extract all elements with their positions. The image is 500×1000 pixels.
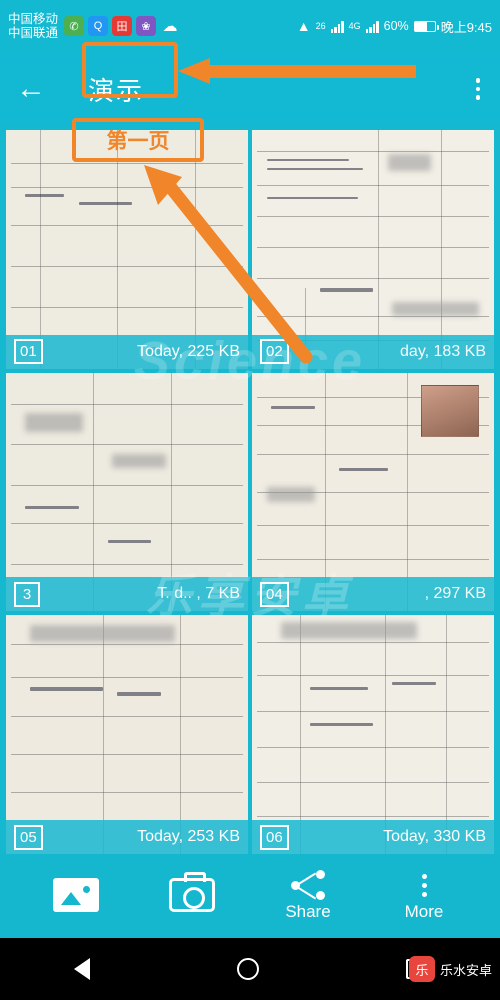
camera-button[interactable] [146, 872, 238, 914]
carrier-line-1: 中国移动 [8, 11, 59, 26]
item-number: 01 [14, 339, 43, 365]
item-number: 06 [260, 824, 289, 850]
phone-screen: 中国移动 中国联通 ✆ Q 田 ❀ ☁ ▲ 26 4G 60% 晚上9:45 ←… [0, 0, 500, 1000]
list-item[interactable]: 04 , 297 KB [252, 372, 494, 612]
list-item[interactable]: 02 day, 183 KB [252, 130, 494, 369]
scan-thumbnail-6 [252, 615, 494, 854]
item-meta: day, 183 KB [400, 342, 486, 360]
qq-icon: Q [88, 16, 109, 36]
status-bar: 中国移动 中国联通 ✆ Q 田 ❀ ☁ ▲ 26 4G 60% 晚上9:45 [0, 0, 500, 52]
item-footer: 3 T. d.. , 7 KB [6, 577, 248, 612]
status-clock: 晚上9:45 [440, 19, 492, 35]
camera-icon [169, 872, 215, 912]
annotation-page-label: 第一页 [106, 130, 170, 153]
document-grid: 01 Today, 225 KB 02 day, 183 KB 3 T. d..… [0, 126, 500, 854]
scan-thumbnail-3 [6, 372, 248, 612]
status-right-cluster: ▲ 26 4G 60% 晚上9:45 [297, 17, 492, 36]
item-meta: Today, 330 KB [383, 828, 486, 845]
item-footer: 01 Today, 225 KB [6, 334, 248, 369]
overflow-menu-icon[interactable] [472, 74, 485, 104]
item-footer: 05 Today, 253 KB [6, 820, 248, 854]
scan-thumbnail-4 [252, 372, 494, 612]
brand-logo: 乐 [408, 956, 435, 982]
scan-thumbnail-5 [6, 615, 248, 854]
battery-icon [413, 20, 439, 32]
item-meta: , 297 KB [424, 585, 486, 603]
item-number: 3 [14, 581, 40, 607]
signal-bars-2-icon [365, 20, 379, 33]
item-meta: T. d.. , 7 KB [157, 585, 240, 603]
item-number: 04 [260, 581, 289, 607]
item-number: 02 [260, 339, 289, 365]
item-number: 05 [14, 824, 43, 850]
item-footer: 02 day, 183 KB [252, 334, 494, 369]
more-icon [421, 870, 427, 900]
scan-thumbnail-1 [6, 130, 248, 369]
battery-percent: 60% [383, 19, 409, 33]
item-meta: Today, 225 KB [137, 342, 240, 360]
back-arrow-icon[interactable]: ← [16, 74, 52, 104]
item-footer: 04 , 297 KB [252, 577, 494, 612]
brand-text: 乐水安卓 [439, 962, 492, 978]
share-button[interactable]: Share [262, 870, 354, 922]
app-bar: ← 演示 [0, 52, 500, 126]
id-photo [421, 384, 480, 438]
more-label: More [404, 902, 444, 921]
status-notification-icons: ✆ Q 田 ❀ ☁ [64, 16, 180, 36]
item-footer: 06 Today, 330 KB [252, 820, 494, 854]
list-item[interactable]: 01 Today, 225 KB [6, 130, 248, 369]
ruled-lines [252, 615, 494, 854]
more-button[interactable]: More [378, 870, 470, 922]
list-item[interactable]: 06 Today, 330 KB [252, 615, 494, 854]
scan-thumbnail-2 [252, 130, 494, 369]
brand-badge: 乐 乐水安卓 [408, 956, 492, 982]
gallery-icon [53, 878, 99, 912]
carrier-labels: 中国移动 中国联通 [8, 12, 58, 41]
wifi-icon: ▲ [296, 18, 311, 34]
ruled-lines [6, 372, 248, 612]
carrier-line-2: 中国联通 [8, 26, 59, 40]
share-label: Share [285, 902, 331, 921]
ruled-lines [6, 130, 248, 369]
page-title: 演示 [88, 75, 145, 106]
item-meta: Today, 253 KB [137, 828, 240, 845]
share-icon [291, 870, 325, 900]
network-label: 26 [315, 21, 326, 31]
ruled-lines [252, 130, 494, 369]
red-app-icon: 田 [112, 16, 133, 36]
purple-app-icon: ❀ [136, 16, 157, 36]
network-label-2: 4G [348, 21, 361, 31]
list-item[interactable]: 3 T. d.. , 7 KB [6, 372, 248, 612]
nav-home-icon[interactable] [236, 958, 259, 980]
signal-bars-1-icon [330, 20, 344, 33]
chat-icon: ✆ [64, 16, 85, 36]
gallery-button[interactable] [30, 878, 122, 914]
nav-back-icon[interactable] [73, 958, 90, 980]
system-nav-bar: 乐 乐水安卓 [0, 938, 500, 1000]
bottom-toolbar: Share More [0, 854, 500, 938]
list-item[interactable]: 05 Today, 253 KB [6, 615, 248, 854]
cloud-icon: ☁ [162, 18, 178, 35]
ruled-lines [6, 615, 248, 854]
